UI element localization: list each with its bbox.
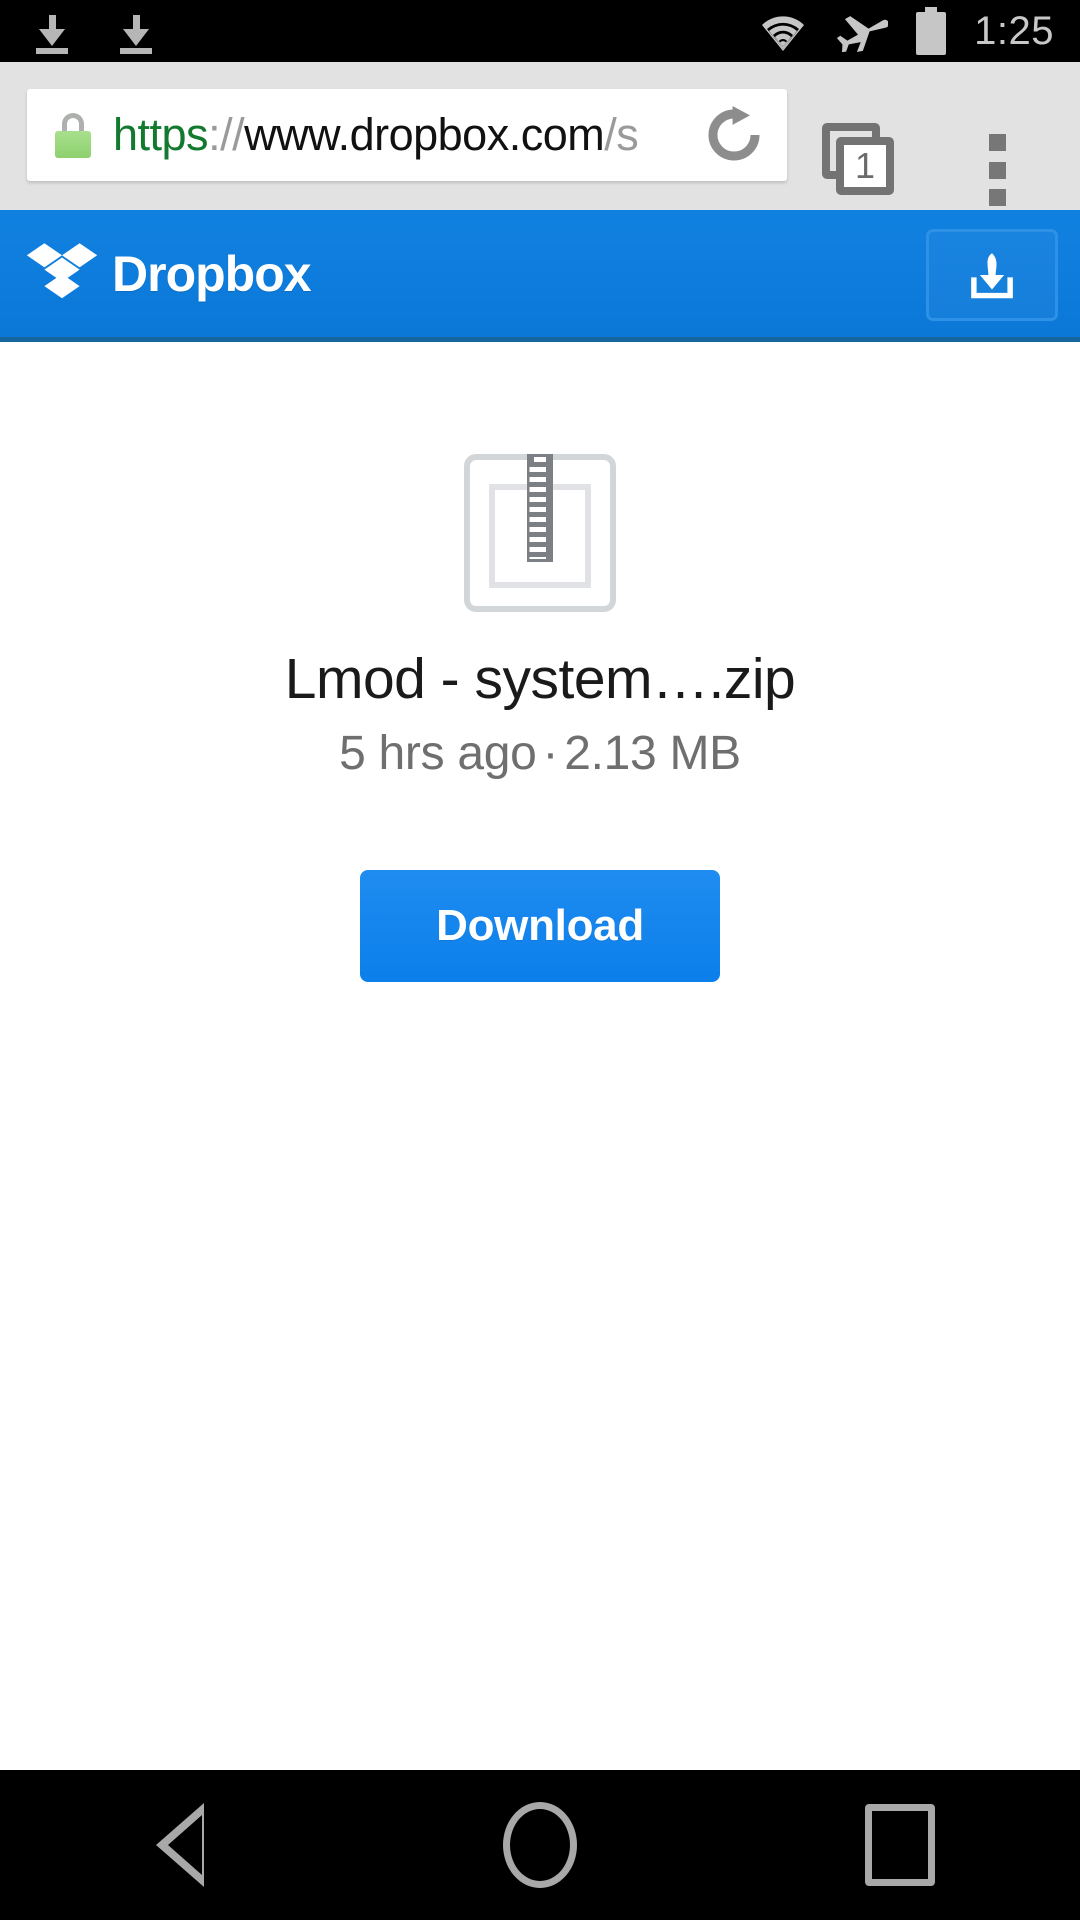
battery-icon (916, 7, 947, 55)
download-arrow-icon (30, 9, 74, 54)
tab-count: 1 (836, 137, 894, 195)
dropbox-brand[interactable]: Dropbox (26, 241, 312, 307)
file-meta-separator: · (542, 727, 559, 780)
download-button[interactable]: Download (360, 870, 720, 982)
url-bar[interactable]: https://www.dropbox.com/s (27, 89, 787, 181)
lock-icon (53, 112, 93, 158)
zip-file-icon (464, 454, 616, 612)
recents-button[interactable] (825, 1770, 975, 1920)
file-name: Lmod - system….zip (284, 647, 796, 711)
android-nav-bar (0, 1770, 1080, 1920)
status-bar: 1:25 (0, 0, 1080, 62)
url-path: /s (604, 109, 639, 160)
save-to-dropbox-icon (971, 253, 1013, 299)
phone-screen: 1:25 https://www.dropbox.com/s 1 Dropbo… (0, 0, 1080, 1920)
reload-icon[interactable] (705, 106, 763, 164)
recents-icon (865, 1804, 935, 1886)
dropbox-logo-icon (26, 242, 98, 298)
file-modified: 5 hrs ago (339, 727, 537, 780)
tab-switcher-button[interactable]: 1 (816, 115, 908, 207)
download-arrow-icon (114, 9, 158, 54)
dropbox-wordmark: Dropbox (112, 245, 312, 302)
home-icon (503, 1802, 577, 1888)
overflow-menu-icon[interactable] (985, 134, 1011, 206)
status-bar-notifications (0, 9, 158, 54)
url-separator: :// (208, 109, 245, 160)
status-bar-system-icons: 1:25 (756, 7, 1080, 55)
status-bar-clock: 1:25 (974, 8, 1054, 53)
home-button[interactable] (465, 1770, 615, 1920)
page-content: Lmod - system….zip 5 hrs ago · 2.13 MB Dow… (0, 347, 1080, 1770)
airplane-mode-icon (837, 16, 889, 53)
dropbox-site-header: Dropbox (0, 210, 1080, 342)
url-host: www.dropbox.com (244, 109, 605, 160)
url-text: https://www.dropbox.com/s (113, 109, 639, 161)
file-size: 2.13 MB (564, 727, 741, 780)
url-scheme: https (113, 109, 209, 160)
save-to-dropbox-button[interactable] (926, 229, 1058, 321)
wifi-icon (758, 10, 809, 52)
back-icon (156, 1803, 204, 1887)
file-meta: 5 hrs ago · 2.13 MB (0, 726, 1080, 781)
back-button[interactable] (105, 1770, 255, 1920)
browser-toolbar: https://www.dropbox.com/s 1 (0, 62, 1080, 210)
